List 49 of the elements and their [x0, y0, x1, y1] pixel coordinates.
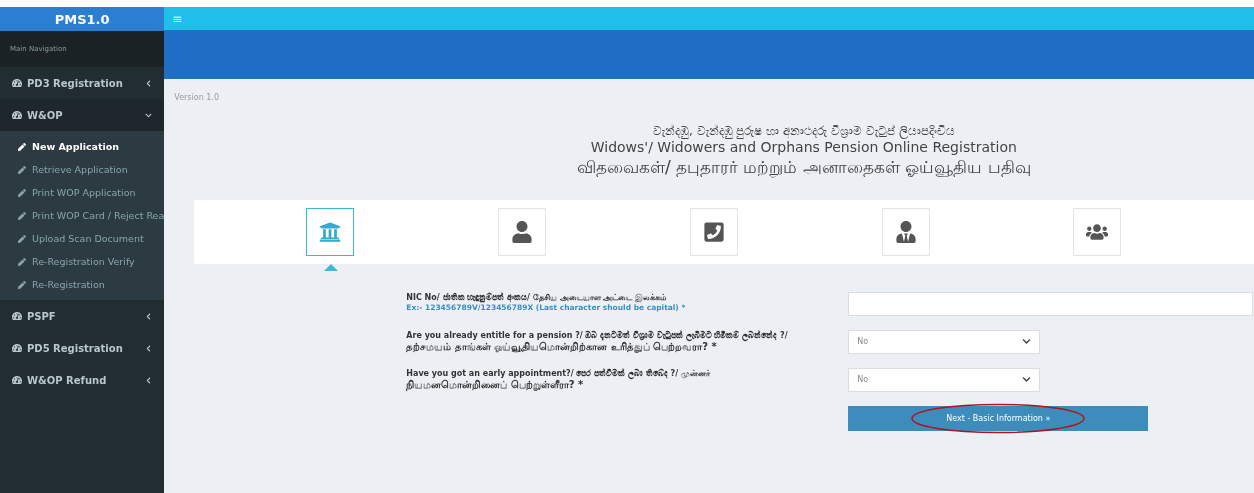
sidebar-item[interactable]: PD5 Registration — [0, 332, 165, 364]
pencil-icon — [18, 142, 26, 151]
submenu-item[interactable]: Print WOP Card / Reject Rea — [0, 204, 165, 227]
pencil-icon — [18, 165, 26, 174]
submenu-item[interactable]: Upload Scan Document — [0, 227, 165, 250]
dashboard-icon — [12, 343, 22, 353]
chevron-left-icon — [145, 376, 153, 384]
sidebar-item[interactable]: PD3 Registration — [0, 67, 165, 99]
sidebar-item[interactable]: PSPF — [0, 300, 165, 332]
submenu-item[interactable]: Re-Registration Verify — [0, 250, 165, 273]
chevron-down-icon — [1022, 375, 1032, 385]
submenu-item[interactable]: Print WOP Application — [0, 181, 165, 204]
field-label: NIC No/ ජාතික හැඳුනුම්පත් අංකය/ தேசிய அடையாள அட்டை இலக்கம் — [406, 291, 668, 303]
brand-logo: PMS1.0 — [0, 7, 165, 31]
bank-icon — [319, 220, 342, 243]
field-label: நியமனமொன்றினைப் பெற்றுள்ளீரா? * — [406, 379, 585, 393]
chevron-left-icon — [145, 312, 153, 320]
dashboard-icon — [12, 375, 22, 385]
page-title: விதவைகள்/ தபுதாரர் மற்றும் அனாதைகள் ஓய்வூதிய பதிவு — [576, 156, 1031, 178]
pencil-icon — [18, 211, 26, 220]
pencil-icon — [18, 188, 26, 197]
sidebar-item[interactable]: W&OP Refund — [0, 364, 165, 396]
dashboard-icon — [12, 78, 22, 88]
chevron-left-icon — [145, 79, 153, 87]
page-title: Widows'/ Widowers and Orphans Pension Online Registration — [590, 139, 1017, 157]
pencil-icon — [18, 280, 26, 289]
page-title: වැන්දඹු, වැන්දඹු පුරුෂ හා අනාථදරු විශ්‍රාම වැටුප් ලියාපදිංචිය — [653, 124, 955, 139]
submenu-item[interactable]: Re-Registration — [0, 273, 165, 296]
chevron-down-icon — [145, 111, 153, 119]
phone-icon — [702, 220, 725, 243]
select-field[interactable]: No — [848, 367, 1041, 392]
submenu-item[interactable]: New Application — [0, 135, 165, 158]
pencil-icon — [18, 234, 26, 243]
dashboard-icon — [12, 311, 22, 321]
chevron-left-icon — [145, 344, 153, 352]
field-label: தற்சமயம் தாங்கள் ஓய்வூதியமொன்றிற்கான உரித்துப் பெற்றவரா? * — [406, 340, 718, 354]
field-label: Are you already entitle for a pension ?/ ඔබ දැනටමත් විශ්‍රාම වැටුපක් ලැබීමට හිමිකම් ලබන්නේද ?/ — [406, 329, 789, 341]
next-button[interactable]: Next - Basic Information » — [848, 406, 1149, 432]
user-icon — [510, 220, 533, 243]
pencil-icon — [18, 257, 26, 266]
select-field[interactable]: No — [848, 329, 1041, 354]
input-field[interactable] — [848, 291, 1254, 316]
user-tie-icon — [894, 220, 917, 243]
version-text: Version 1.0 — [173, 92, 220, 102]
chevron-down-icon — [1022, 337, 1032, 347]
sidebar-item[interactable]: W&OP — [0, 99, 165, 131]
submenu-item[interactable]: Retrieve Application — [0, 158, 165, 181]
dashboard-icon — [12, 110, 22, 120]
field-label: Have you got an early appointment?/ පෙර පත්වීමක් ලබා තිබේද ?/ முன்னர் — [406, 367, 711, 380]
